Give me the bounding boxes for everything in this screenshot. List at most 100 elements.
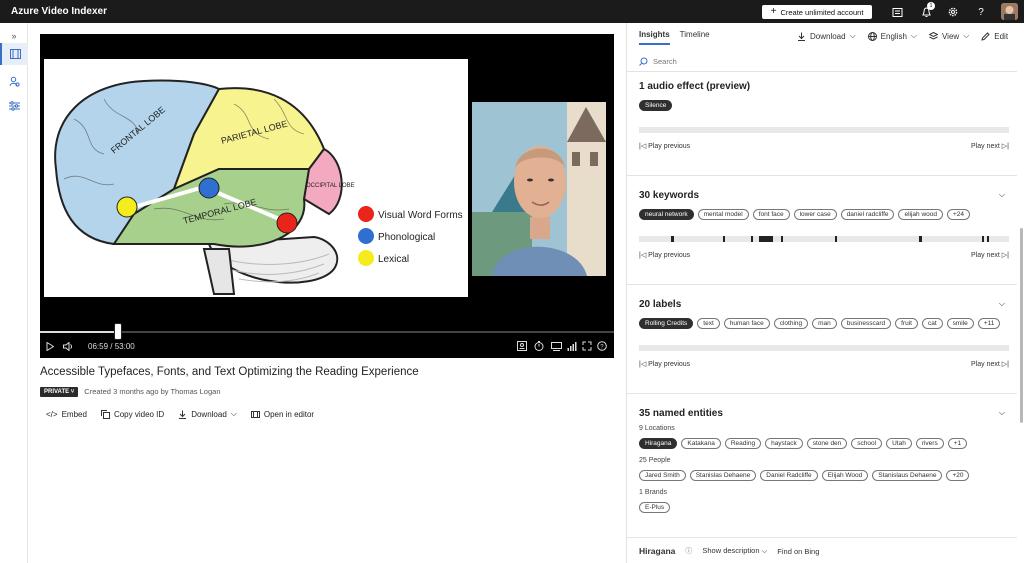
audio-timeline[interactable] [639, 127, 1009, 133]
notification-badge: 1 [927, 2, 935, 10]
chip-person[interactable]: Elijah Wood [821, 470, 869, 481]
labels-timeline[interactable] [639, 345, 1009, 351]
video-player[interactable]: FRONTAL LOBE PARIETAL LOBE TEMPORAL LOBE… [40, 34, 614, 358]
language-selector[interactable]: English ⌵ [867, 31, 917, 41]
app-title[interactable]: Azure Video Indexer [11, 6, 107, 17]
chip-location[interactable]: rivers [915, 438, 944, 449]
chip-person[interactable]: Stanislas Dehaene [689, 470, 757, 481]
layers-icon [928, 31, 938, 40]
editor-icon [250, 410, 260, 418]
labels-section: 20 labels ⌵ Rolling Credits text human f… [639, 299, 1009, 368]
chip-label[interactable]: fruit [895, 318, 918, 329]
player-help-icon[interactable]: ? [596, 340, 608, 352]
insights-download-button[interactable]: Download ⌵ [797, 31, 856, 41]
tab-insights[interactable]: Insights [639, 30, 670, 45]
entity-detail-row: Hiragana ⓘ Show description ⌵ Find on Bi… [639, 546, 819, 556]
chip-label[interactable]: Rolling Credits [639, 318, 694, 329]
edit-label: Edit [994, 31, 1009, 41]
chip-keyword[interactable]: mental model [697, 209, 749, 220]
download-button[interactable]: Download ⌵ [178, 409, 237, 419]
chip-label[interactable]: text [697, 318, 720, 329]
insights-search [639, 54, 1013, 68]
panel-scrollbar[interactable] [1020, 228, 1023, 423]
chip-keyword[interactable]: neural network [639, 209, 694, 220]
chip-label[interactable]: clothing [773, 318, 809, 329]
chip-keyword[interactable]: lower case [793, 209, 837, 220]
legend-phonological: Phonological [378, 232, 435, 243]
chip-more-locations[interactable]: +1 [947, 438, 968, 449]
customization-nav-icon[interactable] [0, 95, 28, 117]
seek-bar[interactable] [40, 331, 614, 333]
play-previous-button[interactable]: |◁ Play previous [639, 251, 690, 259]
notifications-icon[interactable]: 1 [919, 2, 935, 19]
chip-location[interactable]: stone den [806, 438, 848, 449]
people-nav-icon[interactable] [0, 70, 28, 92]
play-next-label: Play next [971, 361, 1000, 368]
show-description-button[interactable]: Show description ⌵ [702, 546, 767, 556]
find-on-bing-link[interactable]: Find on Bing [777, 547, 819, 556]
chip-location[interactable]: Hiragana [639, 438, 678, 449]
chip-location[interactable]: Reading [724, 438, 762, 449]
open-in-editor-button[interactable]: Open in editor [250, 409, 314, 419]
play-previous-button[interactable]: |◁ Play previous [639, 142, 690, 150]
divider [627, 175, 1017, 176]
chip-silence[interactable]: Silence [639, 100, 673, 111]
chip-more-keywords[interactable]: +24 [947, 209, 971, 220]
keyword-chips: neural network mental model font face lo… [639, 209, 1009, 220]
play-next-button[interactable]: Play next ▷| [971, 360, 1009, 368]
chip-person[interactable]: Jared Smith [639, 470, 686, 481]
created-info: Created 3 months ago by Thomas Logan [84, 387, 221, 396]
chip-label[interactable]: smile [946, 318, 974, 329]
play-next-button[interactable]: Play next ▷| [971, 251, 1009, 259]
volume-icon[interactable] [62, 340, 74, 352]
chip-location[interactable]: Utah [886, 438, 912, 449]
feedback-icon[interactable] [890, 5, 904, 19]
fullscreen-icon[interactable] [581, 340, 593, 352]
svg-text:?: ? [600, 344, 604, 350]
panel-toolbar: Download ⌵ English ⌵ View ⌵ Edit [797, 31, 1008, 41]
chip-more-people[interactable]: +20 [946, 470, 970, 481]
chip-label[interactable]: man [812, 318, 837, 329]
chevron-down-icon[interactable]: ⌵ [999, 299, 1005, 309]
chip-label[interactable]: businesscard [840, 318, 892, 329]
keywords-section: 30 keywords ⌵ neural network mental mode… [639, 190, 1009, 259]
embed-button[interactable]: </> Embed [46, 409, 87, 419]
chip-location[interactable]: school [851, 438, 883, 449]
settings-gear-icon[interactable] [946, 5, 960, 19]
subtitles-icon[interactable] [550, 340, 562, 352]
chip-more-labels[interactable]: +11 [977, 318, 1001, 329]
view-selector[interactable]: View ⌵ [928, 31, 969, 41]
help-icon[interactable]: ? [974, 5, 988, 19]
chip-keyword[interactable]: font face [752, 209, 790, 220]
chip-person[interactable]: Daniel Radcliffe [760, 470, 818, 481]
play-next-button[interactable]: Play next ▷| [971, 142, 1009, 150]
caption-icon[interactable] [516, 340, 528, 352]
copy-video-id-label: Copy video ID [113, 409, 165, 419]
play-previous-button[interactable]: |◁ Play previous [639, 360, 690, 368]
privacy-dropdown[interactable]: PRIVATE ˅ [40, 386, 79, 397]
user-avatar[interactable] [1001, 3, 1018, 20]
chip-label[interactable]: cat [921, 318, 943, 329]
slide-legend: Visual Word Forms Phonological Lexical [358, 206, 463, 266]
chip-keyword[interactable]: elijah wood [898, 209, 944, 220]
playback-speed-icon[interactable] [533, 340, 545, 352]
copy-video-id-button[interactable]: Copy video ID [100, 409, 165, 419]
info-icon[interactable]: ⓘ [685, 546, 692, 556]
chevron-down-icon[interactable]: ⌵ [999, 408, 1005, 418]
chip-person[interactable]: Stanislaus Dehaene [872, 470, 943, 481]
media-nav-icon[interactable] [0, 43, 28, 65]
chip-brand[interactable]: E-Plus [639, 502, 671, 513]
chip-location[interactable]: Katakana [681, 438, 721, 449]
chevron-down-icon[interactable]: ⌵ [999, 190, 1005, 200]
search-input[interactable] [653, 56, 853, 66]
keyword-timeline[interactable] [639, 236, 1009, 242]
chip-label[interactable]: human face [723, 318, 770, 329]
tab-timeline[interactable]: Timeline [680, 30, 710, 45]
edit-button[interactable]: Edit [981, 31, 1008, 41]
play-icon[interactable] [44, 340, 56, 352]
quality-bars-icon[interactable] [566, 340, 578, 352]
label-chips: Rolling Credits text human face clothing… [639, 318, 1009, 329]
chip-location[interactable]: haystack [765, 438, 803, 449]
chip-keyword[interactable]: daniel radcliffe [840, 209, 895, 220]
create-account-button[interactable]: + Create unlimited account [762, 5, 872, 19]
